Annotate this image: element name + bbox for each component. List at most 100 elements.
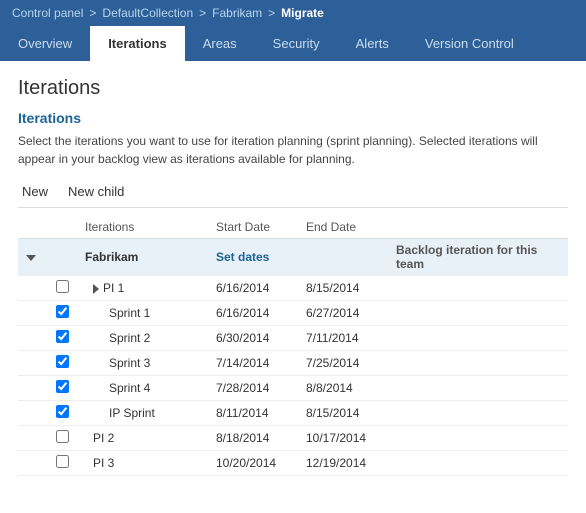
- iteration-name: Fabrikam: [77, 239, 208, 276]
- th-check: [48, 216, 77, 239]
- iteration-name-label: Sprint 3: [109, 356, 150, 370]
- iteration-name: PI 2: [77, 426, 208, 451]
- iteration-name: Sprint 2: [77, 326, 208, 351]
- checkbox-cell: [48, 376, 77, 401]
- table-row: Sprint 26/30/20147/11/2014: [18, 326, 568, 351]
- breadcrumb-current: Migrate: [281, 6, 324, 20]
- breadcrumb-sep-2: >: [199, 6, 206, 20]
- breadcrumb-item-collection[interactable]: DefaultCollection: [102, 6, 193, 20]
- end-date: 8/15/2014: [298, 401, 388, 426]
- checkbox-cell: [48, 326, 77, 351]
- iteration-checkbox[interactable]: [56, 455, 69, 468]
- expand-cell: [18, 326, 48, 351]
- iteration-checkbox[interactable]: [56, 355, 69, 368]
- checkbox-cell: [48, 276, 77, 301]
- backlog-label: Backlog iteration for this team: [388, 239, 568, 276]
- set-dates-link[interactable]: Set dates: [216, 250, 269, 264]
- checkbox-cell: [48, 426, 77, 451]
- iteration-name: PI 1: [77, 276, 208, 301]
- iteration-name-label: IP Sprint: [109, 406, 155, 420]
- end-date: 8/8/2014: [298, 376, 388, 401]
- start-date: 7/28/2014: [208, 376, 298, 401]
- iteration-name: IP Sprint: [77, 401, 208, 426]
- table-row: PI 3 10/20/201412/19/2014: [18, 451, 568, 476]
- page-title: Iterations: [18, 77, 568, 100]
- backlog-label: [388, 451, 568, 476]
- table-row: Sprint 4 7/28/20148/8/2014: [18, 376, 568, 401]
- end-date: 7/25/2014: [298, 351, 388, 376]
- expand-down-icon[interactable]: [26, 255, 36, 261]
- table-row: PI 16/16/20148/15/2014: [18, 276, 568, 301]
- iterations-table: Iterations Start Date End Date Fabrikam S…: [18, 216, 568, 476]
- toolbar: New New child: [18, 182, 568, 208]
- backlog-label: [388, 401, 568, 426]
- end-date: 8/15/2014: [298, 276, 388, 301]
- end-date: [298, 239, 388, 276]
- tab-alerts[interactable]: Alerts: [338, 26, 407, 61]
- expand-right-icon[interactable]: [93, 284, 99, 294]
- table-row: IP Sprint 8/11/20148/15/2014: [18, 401, 568, 426]
- new-button[interactable]: New: [18, 182, 52, 201]
- end-date: 12/19/2014: [298, 451, 388, 476]
- start-date: 6/16/2014: [208, 276, 298, 301]
- table-header-row: Iterations Start Date End Date: [18, 216, 568, 239]
- tab-security[interactable]: Security: [255, 26, 338, 61]
- tab-iterations[interactable]: Iterations: [90, 26, 185, 61]
- breadcrumb-item-fabrikam[interactable]: Fabrikam: [212, 6, 262, 20]
- expand-cell[interactable]: [18, 276, 48, 301]
- backlog-label: [388, 426, 568, 451]
- start-date: 7/14/2014: [208, 351, 298, 376]
- iteration-name-label: Sprint 1: [109, 306, 150, 320]
- start-date: 10/20/2014: [208, 451, 298, 476]
- expand-cell: [18, 376, 48, 401]
- th-end-date: End Date: [298, 216, 388, 239]
- checkbox-cell: [48, 351, 77, 376]
- breadcrumb-sep-1: >: [89, 6, 96, 20]
- checkbox-cell: [48, 451, 77, 476]
- checkbox-cell: [48, 401, 77, 426]
- description: Select the iterations you want to use fo…: [18, 132, 568, 168]
- th-expand: [18, 216, 48, 239]
- backlog-label: [388, 301, 568, 326]
- iteration-checkbox[interactable]: [56, 305, 69, 318]
- iteration-name: Sprint 4: [77, 376, 208, 401]
- checkbox-cell: [48, 301, 77, 326]
- iteration-name: Sprint 1: [77, 301, 208, 326]
- breadcrumb: Control panel > DefaultCollection > Fabr…: [0, 0, 586, 26]
- expand-cell: [18, 401, 48, 426]
- checkbox-cell: [48, 239, 77, 276]
- expand-cell[interactable]: [18, 239, 48, 276]
- breadcrumb-item-control-panel[interactable]: Control panel: [12, 6, 83, 20]
- tab-bar: Overview Iterations Areas Security Alert…: [0, 26, 586, 61]
- start-date: 6/16/2014: [208, 301, 298, 326]
- th-start-date: Start Date: [208, 216, 298, 239]
- tab-areas[interactable]: Areas: [185, 26, 255, 61]
- tab-version-control[interactable]: Version Control: [407, 26, 532, 61]
- expand-cell: [18, 301, 48, 326]
- new-child-button[interactable]: New child: [64, 182, 128, 201]
- table-row: Sprint 16/16/20146/27/2014: [18, 301, 568, 326]
- iteration-name-label: Fabrikam: [85, 250, 138, 264]
- th-iterations: Iterations: [77, 216, 208, 239]
- iteration-name-label: Sprint 4: [109, 381, 150, 395]
- expand-cell: [18, 426, 48, 451]
- section-title: Iterations: [18, 110, 568, 126]
- iteration-checkbox[interactable]: [56, 280, 69, 293]
- end-date: 10/17/2014: [298, 426, 388, 451]
- iteration-name: Sprint 3: [77, 351, 208, 376]
- iteration-name-label: Sprint 2: [109, 331, 150, 345]
- backlog-label: [388, 276, 568, 301]
- table-row: Sprint 3 7/14/20147/25/2014: [18, 351, 568, 376]
- start-date[interactable]: Set dates: [208, 239, 298, 276]
- end-date: 7/11/2014: [298, 326, 388, 351]
- start-date: 8/11/2014: [208, 401, 298, 426]
- iteration-checkbox[interactable]: [56, 405, 69, 418]
- iteration-checkbox[interactable]: [56, 330, 69, 343]
- th-backlog: [388, 216, 568, 239]
- start-date: 8/18/2014: [208, 426, 298, 451]
- iteration-name-label: PI 3: [93, 456, 114, 470]
- iteration-checkbox[interactable]: [56, 380, 69, 393]
- tab-overview[interactable]: Overview: [0, 26, 90, 61]
- iteration-checkbox[interactable]: [56, 430, 69, 443]
- page-content: Iterations Iterations Select the iterati…: [0, 61, 586, 486]
